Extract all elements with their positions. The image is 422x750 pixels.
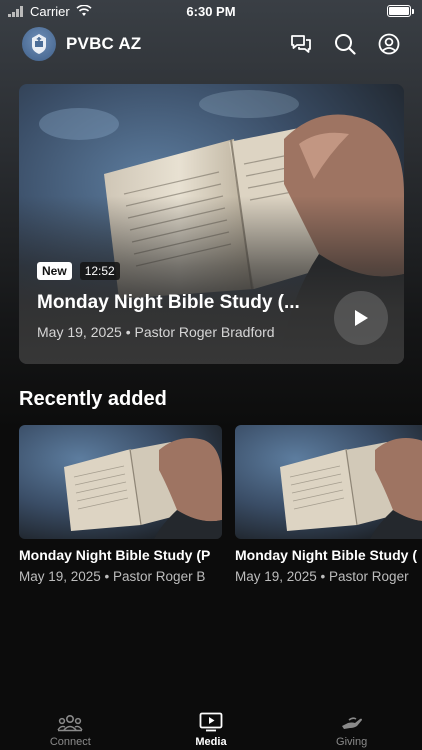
- play-icon: [355, 310, 368, 326]
- hero-title: Monday Night Bible Study (...: [37, 292, 300, 313]
- status-time: 6:30 PM: [186, 3, 236, 19]
- giving-hand-icon: [341, 717, 362, 729]
- header-actions: [290, 33, 400, 55]
- new-badge: New: [37, 262, 72, 280]
- tab-label: Connect: [49, 736, 91, 748]
- recent-video-thumbnail[interactable]: [19, 425, 222, 539]
- recently-added-heading: Recently added: [19, 388, 167, 410]
- battery: [387, 5, 414, 17]
- recent-video-card[interactable]: Monday Night Bible Study ( May 19, 2025 …: [235, 425, 422, 584]
- recent-video-meta: May 19, 2025 • Pastor Roger B: [19, 569, 206, 584]
- app-name: PVBC AZ: [66, 34, 142, 53]
- app-header: PVBC AZ: [0, 26, 422, 62]
- recent-video-title: Monday Night Bible Study (: [235, 547, 417, 563]
- brand[interactable]: PVBC AZ: [22, 27, 141, 61]
- recent-video-thumbnail[interactable]: [235, 425, 422, 539]
- bible-thumbnail-image: [235, 425, 422, 539]
- status-bar: Carrier 6:30 PM: [0, 0, 422, 22]
- tab-giving[interactable]: Giving: [302, 714, 402, 748]
- chat-icon[interactable]: [290, 34, 312, 54]
- tab-media[interactable]: Media: [161, 712, 261, 748]
- recent-video-meta: May 19, 2025 • Pastor Roger: [235, 569, 409, 584]
- featured-video-card[interactable]: New 12:52 Monday Night Bible Study (... …: [19, 84, 404, 364]
- play-screen-icon: [199, 712, 223, 732]
- hero-meta: May 19, 2025 • Pastor Roger Bradford: [37, 324, 275, 340]
- tab-label: Giving: [336, 736, 368, 748]
- account-icon[interactable]: [378, 33, 400, 55]
- recent-video-card[interactable]: Monday Night Bible Study (P May 19, 2025…: [19, 425, 222, 584]
- recently-added-carousel[interactable]: Monday Night Bible Study (P May 19, 2025…: [19, 425, 422, 595]
- church-logo-icon: [22, 27, 56, 61]
- tab-connect[interactable]: Connect: [20, 714, 120, 748]
- play-button[interactable]: [334, 291, 388, 345]
- people-icon: [57, 714, 83, 732]
- battery-icon: [387, 5, 411, 17]
- hero-badges: New 12:52: [37, 262, 120, 280]
- search-icon[interactable]: [334, 33, 356, 55]
- duration-badge: 12:52: [79, 262, 120, 280]
- recent-video-title: Monday Night Bible Study (P: [19, 547, 211, 563]
- tab-label: Media: [195, 736, 227, 748]
- bible-thumbnail-image: [19, 425, 222, 539]
- bottom-tab-bar: Connect Media Giving: [0, 702, 422, 750]
